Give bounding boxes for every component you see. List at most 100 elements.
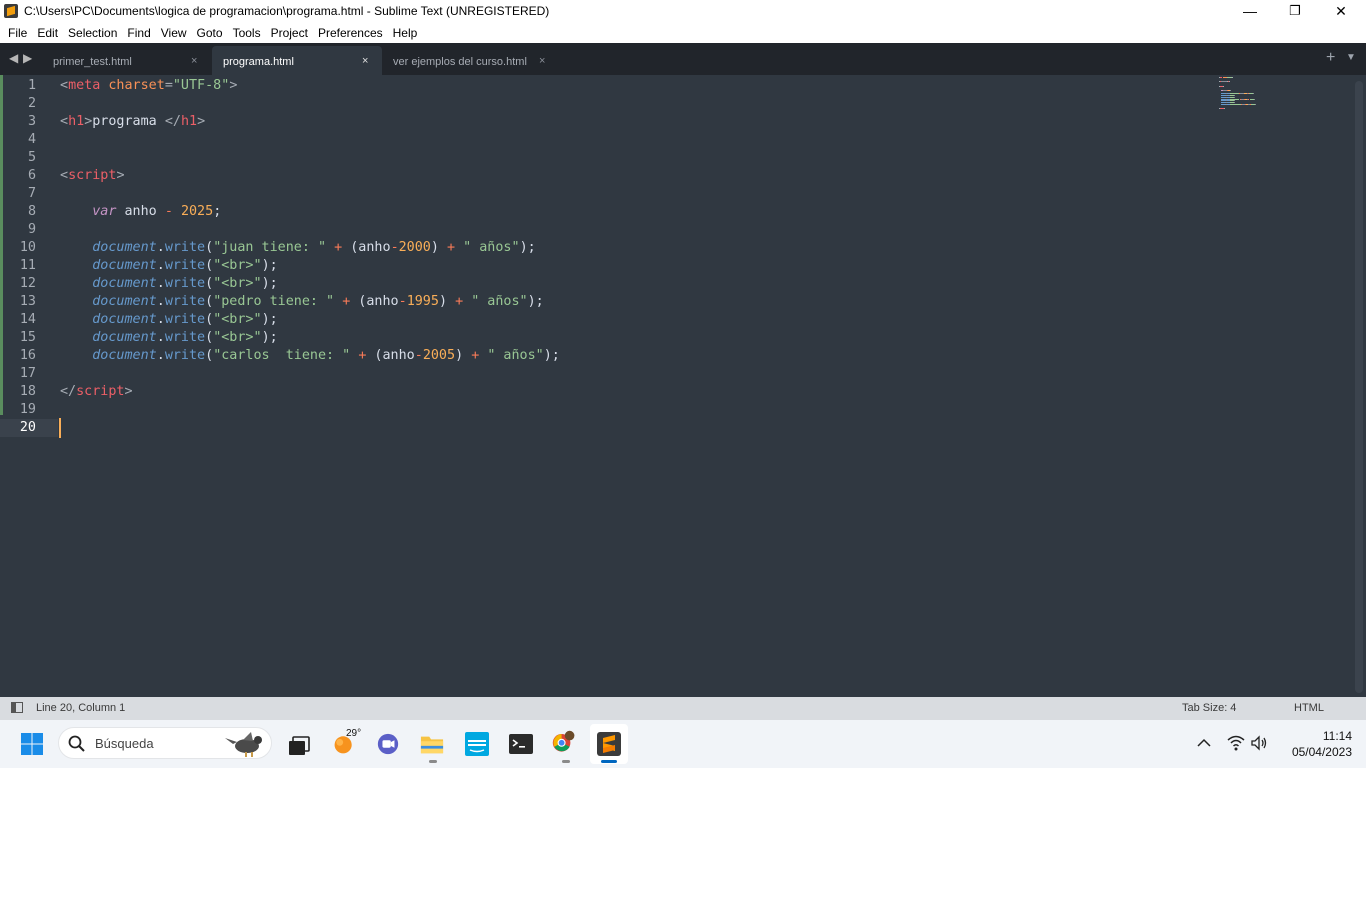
tab-programa[interactable]: programa.html × xyxy=(212,46,382,75)
minimap-mark xyxy=(1223,107,1225,109)
code-line: 8 var anho - 2025; xyxy=(0,203,1200,221)
menu-item-preferences[interactable]: Preferences xyxy=(318,23,383,41)
clock-date: 05/04/2023 xyxy=(1291,745,1352,759)
menu-item-help[interactable]: Help xyxy=(393,23,418,41)
minimap-mark xyxy=(1230,104,1241,105)
minimap-mark xyxy=(1231,77,1233,78)
minimap-mark xyxy=(1253,93,1255,95)
menu-item-edit[interactable]: Edit xyxy=(37,23,58,41)
system-clock[interactable]: 11:14 05/04/2023 xyxy=(1282,728,1352,760)
minimap-mark xyxy=(1223,86,1224,87)
line-number: 15 xyxy=(19,330,36,345)
line-code: document.write("<br>"); xyxy=(92,276,278,291)
code-line: 6 <script> xyxy=(0,167,1200,185)
windows-start-icon[interactable] xyxy=(20,732,44,756)
tab-back-icon[interactable]: ◀ xyxy=(9,51,18,65)
tab-label: ver ejemplos del curso.html xyxy=(393,56,527,68)
menu-item-goto[interactable]: Goto xyxy=(197,23,223,41)
tab-primer-test[interactable]: primer_test.html × xyxy=(42,46,210,75)
taskbar-search[interactable]: Búsqueda xyxy=(58,727,272,759)
code-line: 3 <h1>programa </h1> xyxy=(0,113,1200,131)
tab-close-icon[interactable]: × xyxy=(539,55,545,67)
search-icon xyxy=(68,735,85,752)
code-line: 14 document.write("<br>"); xyxy=(0,311,1200,329)
sublime-taskbar-button[interactable] xyxy=(590,724,628,764)
line-code: document.write("pedro tiene: " + (anho-1… xyxy=(92,294,544,309)
menu-item-find[interactable]: Find xyxy=(127,23,150,41)
chrome-running-indicator xyxy=(562,760,570,763)
tab-close-icon[interactable]: × xyxy=(362,55,368,67)
code-editor[interactable]: 1 <meta charset="UTF-8"> 2 3 <h1>programa </… xyxy=(0,75,1366,697)
volume-icon[interactable] xyxy=(1251,735,1269,751)
tab-ver-ejemplos[interactable]: ver ejemplos del curso.html × xyxy=(382,46,557,75)
chrome-icon[interactable] xyxy=(552,730,576,754)
code-line: 10 document.write("juan tiene: " + (anho… xyxy=(0,239,1200,257)
code-line: 20 xyxy=(0,419,1200,437)
line-number: 17 xyxy=(19,366,36,381)
code-line: 17 xyxy=(0,365,1200,383)
file-explorer-icon[interactable] xyxy=(420,732,444,756)
menu-item-selection[interactable]: Selection xyxy=(68,23,117,41)
menu-item-tools[interactable]: Tools xyxy=(233,23,261,41)
code-line: 18 </script> xyxy=(0,383,1200,401)
line-code: document.write("<br>"); xyxy=(92,258,278,273)
cursor-position[interactable]: Line 20, Column 1 xyxy=(36,702,125,714)
tab-label: programa.html xyxy=(223,56,294,68)
tab-menu-icon[interactable]: ▼ xyxy=(1346,52,1356,63)
line-number: 1 xyxy=(27,78,36,93)
line-number: 20 xyxy=(19,420,36,435)
minimize-button[interactable]: — xyxy=(1227,0,1273,23)
new-tab-icon[interactable]: + xyxy=(1326,49,1335,67)
line-number: 7 xyxy=(27,186,36,201)
show-hidden-icons-chevron-icon[interactable] xyxy=(1197,738,1211,748)
line-code: var anho - 2025; xyxy=(92,204,222,219)
sublime-text-icon xyxy=(597,732,621,756)
code-line: 19 xyxy=(0,401,1200,419)
menu-item-file[interactable]: File xyxy=(8,23,27,41)
search-placeholder: Búsqueda xyxy=(95,736,154,751)
teams-chat-icon[interactable] xyxy=(376,732,400,756)
tab-size[interactable]: Tab Size: 4 xyxy=(1182,702,1236,714)
code-line: 9 xyxy=(0,221,1200,239)
menu-bar: File Edit Selection Find View Goto Tools Projec… xyxy=(0,23,1366,43)
vertical-scrollbar[interactable] xyxy=(1355,81,1363,693)
file-explorer-running-indicator xyxy=(429,760,437,763)
tab-bar: ◀ ▶ primer_test.html × programa.html × v… xyxy=(0,43,1366,75)
line-number: 5 xyxy=(27,150,36,165)
line-code: <meta charset="UTF-8"> xyxy=(60,78,238,93)
status-bar: Line 20, Column 1 Tab Size: 4 HTML xyxy=(0,697,1366,720)
code-line: 16 document.write("carlos tiene: " + (an… xyxy=(0,347,1200,365)
task-view-icon[interactable] xyxy=(287,734,311,758)
line-number: 14 xyxy=(19,312,36,327)
wifi-icon[interactable] xyxy=(1227,735,1245,751)
menu-item-view[interactable]: View xyxy=(161,23,187,41)
minimap-mark xyxy=(1255,104,1257,105)
sublime-app-icon xyxy=(4,4,18,18)
line-number: 8 xyxy=(27,204,36,219)
title-bar: C:\Users\PC\Documents\logica de programa… xyxy=(0,0,1366,23)
code-line: 11 document.write("<br>"); xyxy=(0,257,1200,275)
line-number: 11 xyxy=(19,258,36,273)
line-number: 13 xyxy=(19,294,36,309)
syntax-mode[interactable]: HTML xyxy=(1294,702,1324,714)
minimap[interactable] xyxy=(1219,77,1281,115)
tab-forward-icon[interactable]: ▶ xyxy=(23,51,32,65)
line-number: 19 xyxy=(19,402,36,417)
restore-button[interactable]: ❐ xyxy=(1272,0,1318,23)
line-number: 3 xyxy=(27,114,36,129)
code-line: 4 xyxy=(0,131,1200,149)
code-line: 5 xyxy=(0,149,1200,167)
prime-video-icon[interactable] xyxy=(465,732,489,756)
code-line: 15 document.write("<br>"); xyxy=(0,329,1200,347)
search-highlight-bird-icon xyxy=(225,732,262,757)
menu-item-project[interactable]: Project xyxy=(271,23,308,41)
code-line: 2 xyxy=(0,95,1200,113)
tab-label: primer_test.html xyxy=(53,56,132,68)
tab-close-icon[interactable]: × xyxy=(191,55,197,67)
close-button[interactable]: ✕ xyxy=(1318,0,1364,23)
terminal-icon[interactable] xyxy=(509,733,533,757)
line-code: </script> xyxy=(60,384,133,399)
minimap-mark xyxy=(1253,98,1255,100)
line-number: 16 xyxy=(19,348,36,363)
toggle-panel-icon[interactable] xyxy=(11,702,23,713)
